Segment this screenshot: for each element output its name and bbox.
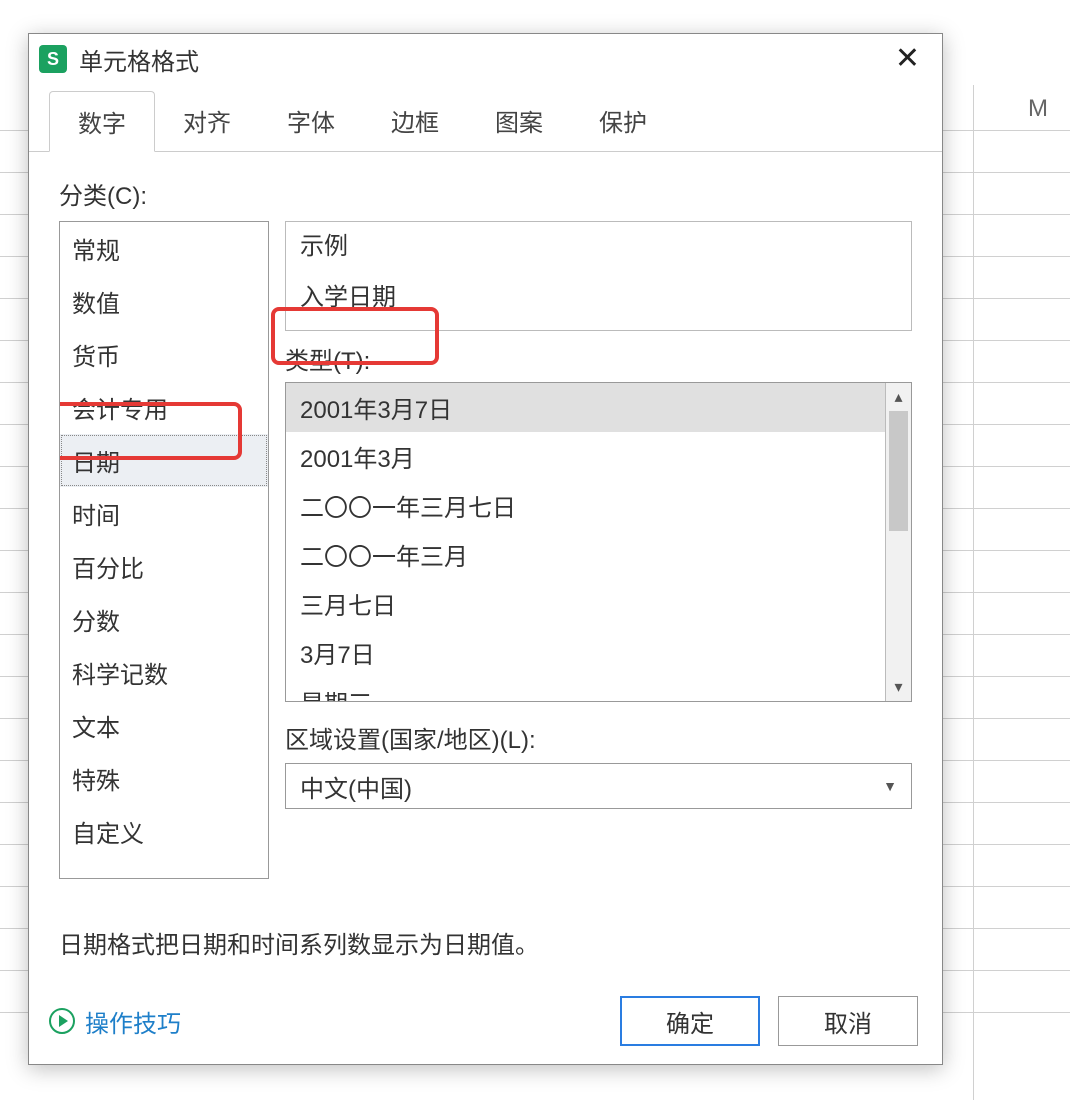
category-item[interactable]: 会计专用 bbox=[60, 381, 268, 434]
ok-button[interactable]: 确定 bbox=[620, 996, 760, 1046]
type-item[interactable]: 二〇〇一年三月七日 bbox=[286, 481, 885, 530]
tab-bar: 数字对齐字体边框图案保护 bbox=[29, 90, 942, 152]
tips-link[interactable]: 操作技巧 bbox=[49, 1004, 181, 1039]
category-item[interactable]: 百分比 bbox=[60, 540, 268, 593]
type-item[interactable]: 2001年3月7日 bbox=[286, 383, 885, 432]
scrollbar[interactable]: ▴ ▾ bbox=[885, 383, 911, 701]
category-label: 分类(C): bbox=[59, 176, 912, 211]
category-item[interactable]: 自定义 bbox=[60, 805, 268, 858]
category-item[interactable]: 数值 bbox=[60, 275, 268, 328]
dialog-body: 分类(C): 常规数值货币会计专用日期时间百分比分数科学记数文本特殊自定义 示例… bbox=[29, 152, 942, 879]
type-item[interactable]: 二〇〇一年三月 bbox=[286, 530, 885, 579]
tab-3[interactable]: 边框 bbox=[363, 91, 467, 152]
category-item[interactable]: 分数 bbox=[60, 593, 268, 646]
description-text: 日期格式把日期和时间系列数显示为日期值。 bbox=[59, 925, 912, 960]
scroll-thumb[interactable] bbox=[889, 411, 908, 531]
tab-5[interactable]: 保护 bbox=[571, 91, 675, 152]
type-item[interactable]: 三月七日 bbox=[286, 579, 885, 628]
locale-value: 中文(中国) bbox=[300, 769, 412, 804]
tips-label: 操作技巧 bbox=[85, 1004, 181, 1039]
category-item[interactable]: 科学记数 bbox=[60, 646, 268, 699]
locale-select[interactable]: 中文(中国) ▼ bbox=[285, 763, 912, 809]
category-item[interactable]: 时间 bbox=[60, 487, 268, 540]
titlebar[interactable]: S 单元格格式 ✕ bbox=[29, 34, 942, 84]
example-box: 示例 入学日期 bbox=[285, 221, 912, 331]
category-item[interactable]: 日期 bbox=[60, 434, 268, 487]
column-header-m: M bbox=[1028, 95, 1048, 123]
cell-format-dialog: S 单元格格式 ✕ 数字对齐字体边框图案保护 分类(C): 常规数值货币会计专用… bbox=[28, 33, 943, 1065]
tab-2[interactable]: 字体 bbox=[259, 91, 363, 152]
type-list[interactable]: 2001年3月7日2001年3月二〇〇一年三月七日二〇〇一年三月三月七日3月7日… bbox=[285, 382, 912, 702]
category-list[interactable]: 常规数值货币会计专用日期时间百分比分数科学记数文本特殊自定义 bbox=[59, 221, 269, 879]
category-item[interactable]: 货币 bbox=[60, 328, 268, 381]
tab-0[interactable]: 数字 bbox=[49, 91, 155, 152]
cancel-button[interactable]: 取消 bbox=[778, 996, 918, 1046]
example-label: 示例 bbox=[300, 226, 897, 261]
scroll-up-icon[interactable]: ▴ bbox=[886, 383, 911, 411]
app-icon: S bbox=[39, 45, 67, 73]
play-icon bbox=[49, 1008, 75, 1034]
type-item[interactable]: 2001年3月 bbox=[286, 432, 885, 481]
right-pane: 示例 入学日期 类型(T): 2001年3月7日2001年3月二〇〇一年三月七日… bbox=[285, 221, 912, 879]
type-item[interactable]: 3月7日 bbox=[286, 628, 885, 677]
category-item[interactable]: 文本 bbox=[60, 699, 268, 752]
type-item[interactable]: 星期三 bbox=[286, 677, 885, 701]
locale-label: 区域设置(国家/地区)(L): bbox=[285, 720, 912, 755]
close-icon[interactable]: ✕ bbox=[887, 40, 928, 78]
dialog-title: 单元格格式 bbox=[79, 42, 887, 77]
category-item[interactable]: 特殊 bbox=[60, 752, 268, 805]
tab-4[interactable]: 图案 bbox=[467, 91, 571, 152]
example-value: 入学日期 bbox=[300, 277, 897, 312]
chevron-down-icon: ▼ bbox=[883, 778, 897, 794]
scroll-down-icon[interactable]: ▾ bbox=[886, 673, 911, 701]
type-label: 类型(T): bbox=[285, 341, 912, 376]
dialog-footer: 操作技巧 确定 取消 bbox=[49, 996, 918, 1046]
category-item[interactable]: 常规 bbox=[60, 222, 268, 275]
tab-1[interactable]: 对齐 bbox=[155, 91, 259, 152]
